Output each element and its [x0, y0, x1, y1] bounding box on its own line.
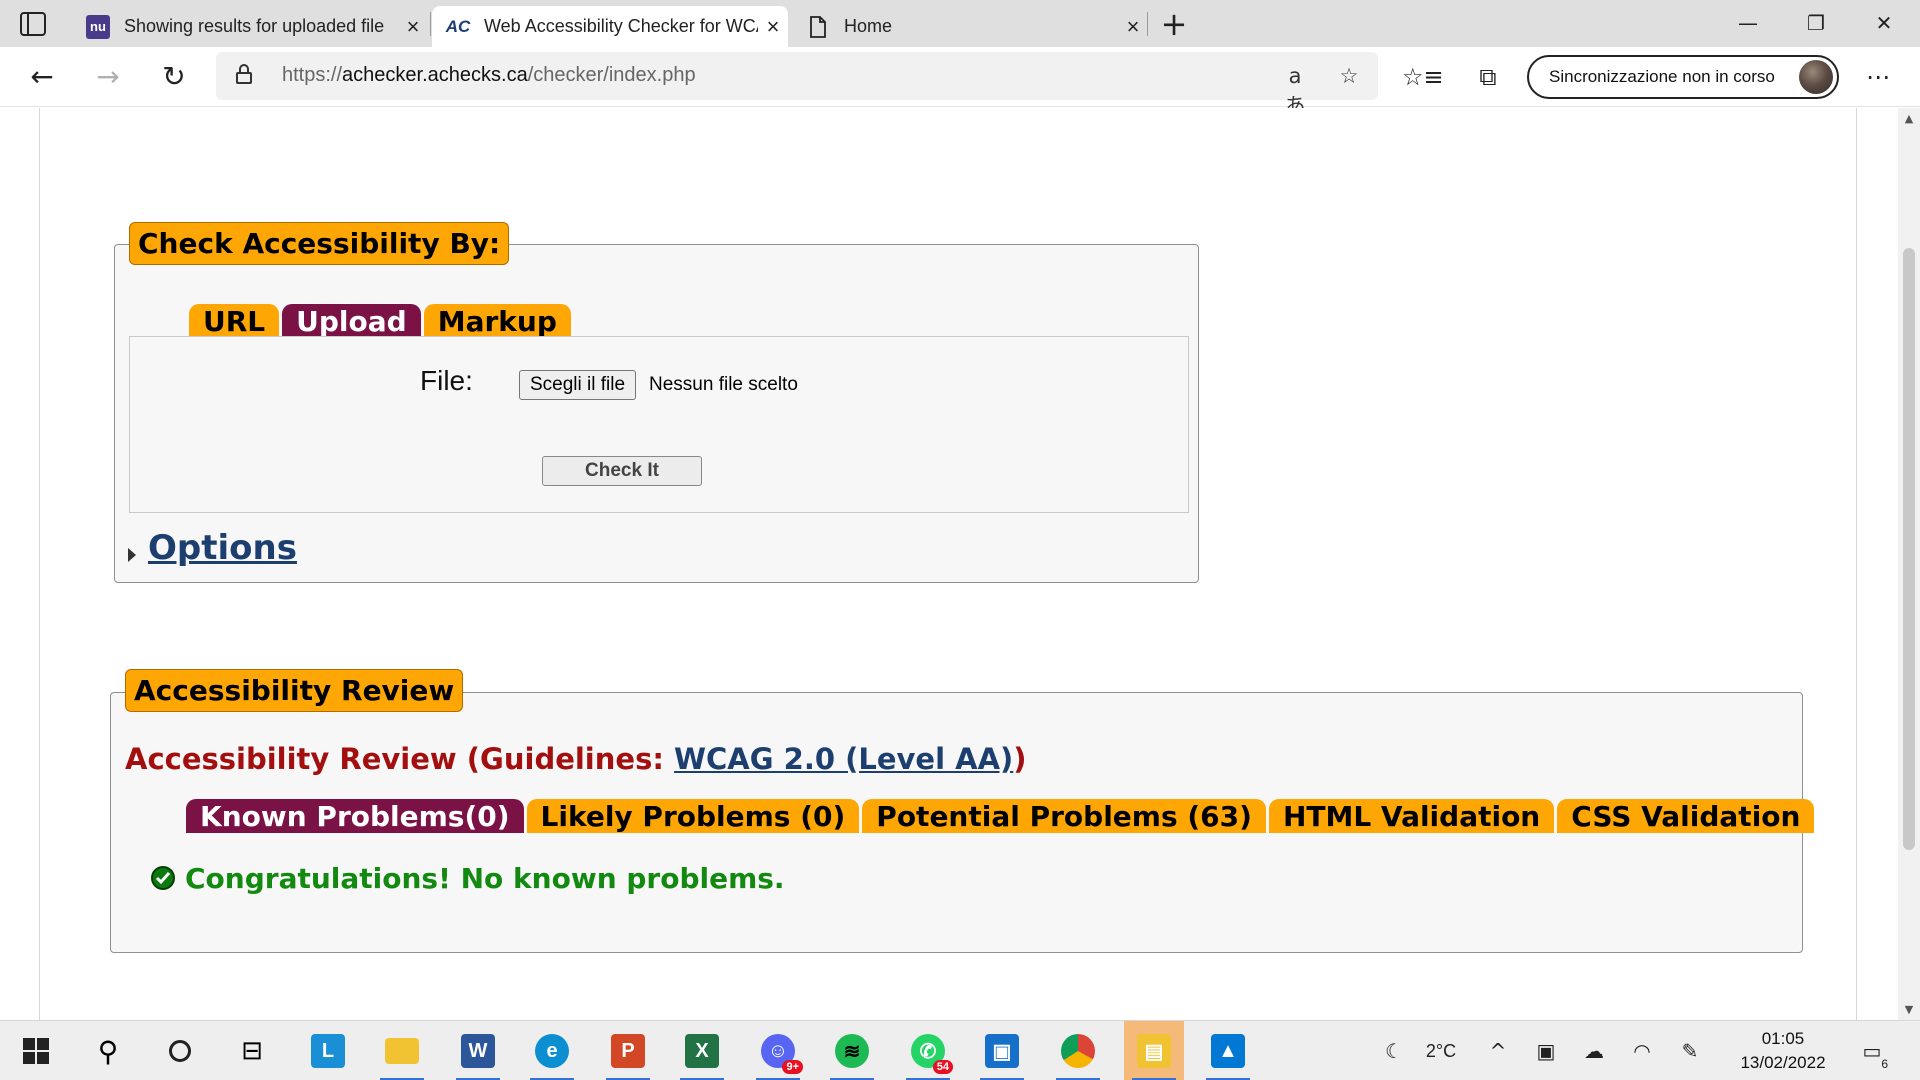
- notification-icon[interactable]: ▭ 6: [1852, 1021, 1892, 1080]
- check-form-legend: Check Accessibility By:: [129, 222, 510, 265]
- vertical-tabs-icon[interactable]: [20, 12, 46, 36]
- discord-badge: 9+: [782, 1060, 803, 1074]
- tab-markup[interactable]: Markup: [423, 304, 571, 338]
- edge-icon[interactable]: e: [522, 1021, 582, 1080]
- success-message: Congratulations! No known problems.: [185, 862, 785, 895]
- upload-panel: [129, 336, 1189, 513]
- tab-known-problems[interactable]: Known Problems(0): [186, 799, 524, 833]
- page-scrollbar[interactable]: ▲ ▼: [1898, 108, 1920, 1020]
- browser-toolbar: ← → ↻ https://achecker.achecks.ca/checke…: [0, 47, 1920, 118]
- windows-taskbar: ⚲ ⊟ L W e P X ☺ 9+ ≋ ✆ 54 ▣ ▤ ▲ ☾ 2°C ^ ▣ …: [0, 1020, 1920, 1080]
- tab-potential-problems[interactable]: Potential Problems (63): [862, 799, 1266, 833]
- tab-url[interactable]: URL: [189, 304, 280, 338]
- wifi-icon[interactable]: ◠: [1624, 1021, 1660, 1080]
- whatsapp-icon[interactable]: ✆ 54: [898, 1021, 958, 1080]
- review-heading: Accessibility Review (Guidelines: WCAG 2…: [125, 742, 1027, 776]
- review-legend: Accessibility Review: [125, 669, 464, 712]
- onedrive-icon[interactable]: ☁: [1576, 1021, 1612, 1080]
- restore-icon[interactable]: ❐: [1782, 0, 1850, 47]
- whatsapp-badge: 54: [932, 1060, 953, 1074]
- close-tab-icon[interactable]: ×: [1118, 14, 1148, 40]
- nu-favicon-icon: nu: [86, 14, 110, 39]
- page-icon: [806, 15, 830, 39]
- input-method-tabs: URL Upload Markup: [189, 304, 571, 338]
- sync-label: Sincronizzazione non in corso: [1549, 67, 1775, 86]
- profile-avatar: [1799, 60, 1833, 94]
- tab-html-validation[interactable]: HTML Validation: [1268, 799, 1555, 833]
- close-tab-icon[interactable]: ×: [758, 14, 788, 40]
- tab-title: Showing results for uploaded file: [124, 16, 385, 36]
- windows-start-icon[interactable]: [6, 1021, 66, 1080]
- tab-separator: [430, 12, 431, 36]
- new-tab-icon[interactable]: +: [1158, 6, 1190, 42]
- file-status-text: Nessun file scelto: [649, 374, 798, 395]
- scroll-down-icon[interactable]: ▼: [1898, 1003, 1920, 1016]
- moon-weather-icon[interactable]: ☾: [1374, 1021, 1414, 1080]
- tab-title: Home: [844, 16, 893, 36]
- cortana-icon[interactable]: [150, 1021, 210, 1080]
- tab-separator: [1147, 12, 1148, 36]
- forward-icon[interactable]: →: [88, 57, 128, 97]
- tab-css-validation[interactable]: CSS Validation: [1557, 799, 1815, 833]
- options-link[interactable]: Options: [148, 528, 297, 568]
- photo-editor-icon[interactable]: ▣: [972, 1021, 1032, 1080]
- chevron-up-icon[interactable]: ^: [1480, 1021, 1516, 1080]
- minimize-icon[interactable]: —: [1714, 0, 1782, 47]
- tab-likely-problems[interactable]: Likely Problems (0): [526, 799, 860, 833]
- search-icon[interactable]: ⚲: [78, 1021, 138, 1080]
- page-content: Check Accessibility By: URL Upload Marku…: [0, 108, 1898, 1020]
- clock[interactable]: 01:05 13/02/2022: [1728, 1027, 1838, 1075]
- guideline-link[interactable]: WCAG 2.0 (Level AA): [674, 742, 1013, 776]
- more-menu-icon[interactable]: ⋯: [1858, 57, 1898, 97]
- chrome-icon[interactable]: [1048, 1021, 1108, 1080]
- tab-achecker[interactable]: AC Web Accessibility Checker for WCAG ×: [432, 6, 788, 47]
- close-window-icon[interactable]: ✕: [1850, 0, 1918, 47]
- expand-triangle-icon[interactable]: [128, 548, 136, 562]
- tab-uploaded-results[interactable]: nu Showing results for uploaded file ×: [72, 6, 428, 47]
- active-app-icon[interactable]: ▤: [1124, 1021, 1184, 1080]
- check-it-button[interactable]: Check It: [542, 456, 702, 486]
- choose-file-button[interactable]: Scegli il file: [519, 370, 637, 400]
- date-text: 13/02/2022: [1740, 1053, 1826, 1072]
- launcher-l-icon[interactable]: L: [298, 1021, 358, 1080]
- word-icon[interactable]: W: [448, 1021, 508, 1080]
- lock-icon[interactable]: [236, 64, 252, 84]
- scroll-up-icon[interactable]: ▲: [1898, 112, 1920, 125]
- close-tab-icon[interactable]: ×: [398, 14, 428, 40]
- tab-title: Web Accessibility Checker for WCAG: [484, 16, 758, 36]
- notification-count: 6: [1881, 1057, 1888, 1071]
- meet-now-icon[interactable]: ▣: [1528, 1021, 1564, 1080]
- address-bar[interactable]: https://achecker.achecks.ca/checker/inde…: [216, 52, 1378, 118]
- url-text[interactable]: https://achecker.achecks.ca/checker/inde…: [282, 64, 696, 87]
- task-view-icon[interactable]: ⊟: [222, 1021, 282, 1080]
- back-icon[interactable]: ←: [22, 57, 62, 97]
- browser-tab-strip: nu Showing results for uploaded file × A…: [0, 0, 1920, 47]
- time-text: 01:05: [1761, 1029, 1805, 1048]
- sync-status-button[interactable]: Sincronizzazione non in corso: [1527, 55, 1839, 99]
- file-label: File:: [420, 365, 473, 396]
- translate-icon[interactable]: aあ: [1280, 61, 1310, 118]
- pen-icon[interactable]: ✎: [1672, 1021, 1708, 1080]
- success-check-icon: [151, 866, 175, 890]
- discord-icon[interactable]: ☺ 9+: [748, 1021, 808, 1080]
- refresh-icon[interactable]: ↻: [154, 57, 194, 97]
- weather-temp[interactable]: 2°C: [1414, 1021, 1468, 1080]
- tab-home[interactable]: Home ×: [792, 6, 1148, 47]
- file-explorer-icon[interactable]: [372, 1021, 432, 1080]
- favorites-icon[interactable]: ☆≡: [1402, 57, 1444, 97]
- problem-tabs: Known Problems(0) Likely Problems (0) Po…: [186, 799, 1815, 833]
- photos-icon[interactable]: ▲: [1198, 1021, 1258, 1080]
- powerpoint-icon[interactable]: P: [598, 1021, 658, 1080]
- scroll-thumb[interactable]: [1903, 248, 1915, 850]
- add-favorite-icon[interactable]: ☆: [1334, 61, 1364, 91]
- spotify-icon[interactable]: ≋: [822, 1021, 882, 1080]
- excel-icon[interactable]: X: [672, 1021, 732, 1080]
- collections-icon[interactable]: ⧉: [1468, 57, 1508, 97]
- tab-upload[interactable]: Upload: [282, 304, 421, 338]
- ac-favicon-icon: AC: [445, 16, 471, 36]
